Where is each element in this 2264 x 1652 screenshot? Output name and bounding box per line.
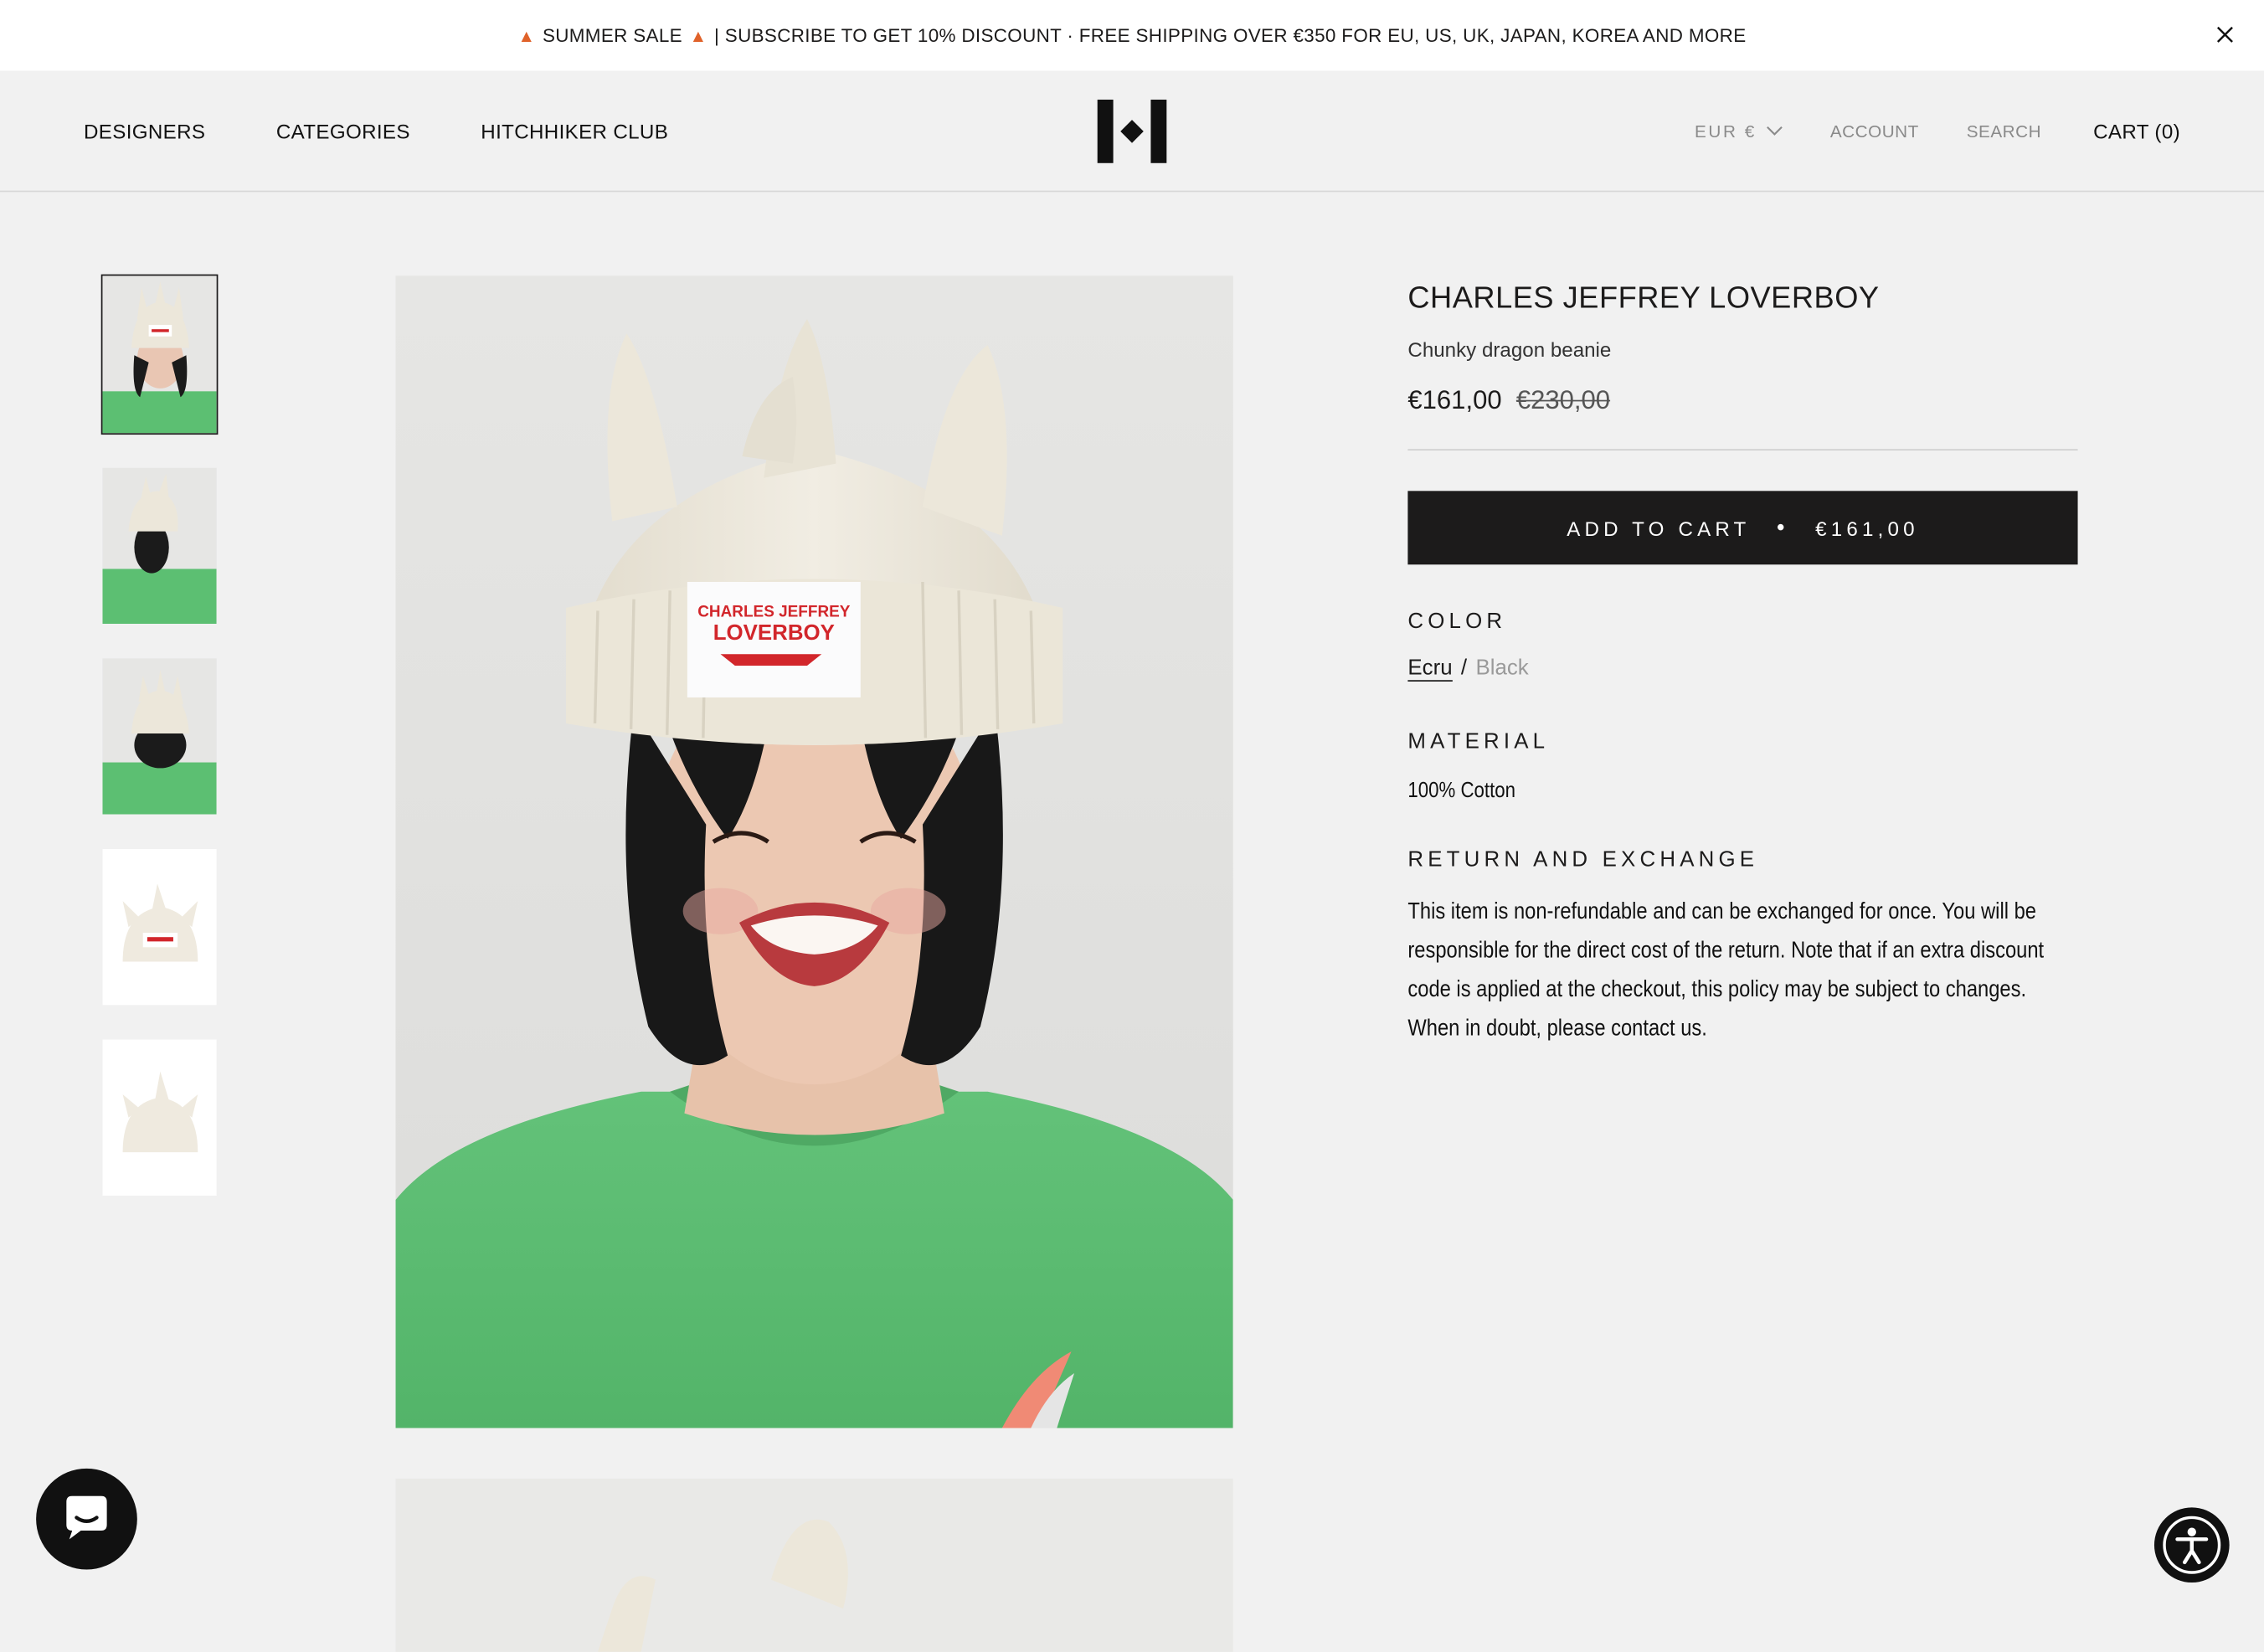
accessibility-button[interactable]: [2153, 1507, 2230, 1583]
accessibility-icon: [2163, 1516, 2221, 1574]
chat-button[interactable]: [36, 1468, 137, 1570]
return-policy-text: This item is non-refundable and can be e…: [1407, 899, 2045, 1042]
chat-icon: [66, 1495, 107, 1540]
compare-price: €230,00: [1515, 385, 1611, 414]
product-info: CHARLES JEFFREY LOVERBOY Chunky dragon b…: [1407, 275, 2078, 1048]
watermelon-icon: ▲: [689, 25, 708, 46]
color-selector: Ecru / Black: [1407, 656, 2077, 682]
add-to-cart-button[interactable]: ADD TO CART ● €161,00: [1407, 491, 2078, 565]
currency-label: EUR €: [1695, 121, 1757, 142]
store-logo[interactable]: [1097, 99, 1167, 163]
product-second-image[interactable]: [395, 1478, 1233, 1652]
patch-line2: LOVERBOY: [713, 621, 835, 645]
add-to-cart-price: €161,00: [1815, 516, 1919, 540]
bullet-separator: ●: [1776, 519, 1790, 536]
announcement-text: | SUBSCRIBE TO GET 10% DISCOUNT · FREE S…: [714, 24, 1747, 47]
sale-price: €161,00: [1407, 385, 1502, 414]
product-brand[interactable]: CHARLES JEFFREY LOVERBOY: [1407, 281, 2077, 316]
main-nav: DESIGNERS CATEGORIES HITCHHIKER CLUB: [84, 120, 668, 143]
nav-categories[interactable]: CATEGORIES: [276, 120, 410, 143]
thumbnail-4[interactable]: [102, 849, 217, 1006]
price-block: €161,00 €230,00: [1407, 385, 2077, 415]
header-utilities: EUR € ACCOUNT SEARCH CART (0): [1695, 120, 2180, 143]
color-option-ecru[interactable]: Ecru: [1407, 656, 1453, 682]
nav-hitchhiker-club[interactable]: HITCHHIKER CLUB: [481, 120, 668, 143]
announcement-sale: SUMMER SALE: [542, 24, 682, 47]
account-link[interactable]: ACCOUNT: [1830, 121, 1919, 142]
chevron-down-icon: [1766, 126, 1782, 136]
thumbnail-1[interactable]: [100, 274, 219, 435]
announcement-bar: ▲ SUMMER SALE ▲ | SUBSCRIBE TO GET 10% D…: [0, 0, 2264, 71]
thumbnail-2[interactable]: [102, 467, 217, 624]
divider: [1407, 449, 2078, 451]
product-title: Chunky dragon beanie: [1407, 337, 1612, 362]
thumbnail-3[interactable]: [102, 658, 217, 815]
color-separator: /: [1460, 655, 1468, 681]
nav-designers[interactable]: DESIGNERS: [84, 120, 205, 143]
patch-line1: CHARLES JEFFREY: [697, 603, 851, 620]
material-label: MATERIAL: [1407, 728, 1550, 754]
thumbnail-5[interactable]: [102, 1039, 217, 1196]
thumbnail-gallery: [100, 274, 219, 1230]
return-label: RETURN AND EXCHANGE: [1407, 847, 1759, 872]
material-value: 100% Cotton: [1407, 778, 1516, 803]
cart-link[interactable]: CART (0): [2093, 120, 2180, 143]
color-option-black[interactable]: Black: [1475, 656, 1528, 680]
add-to-cart-label: ADD TO CART: [1567, 516, 1751, 540]
product-main-image[interactable]: CHARLES JEFFREY LOVERBOY: [395, 275, 1233, 1428]
search-link[interactable]: SEARCH: [1967, 121, 2041, 142]
watermelon-icon: ▲: [517, 25, 536, 46]
currency-selector[interactable]: EUR €: [1695, 121, 1783, 142]
site-header: DESIGNERS CATEGORIES HITCHHIKER CLUB EUR…: [0, 70, 2264, 193]
color-label: COLOR: [1407, 609, 1507, 635]
close-icon[interactable]: [2212, 22, 2238, 48]
